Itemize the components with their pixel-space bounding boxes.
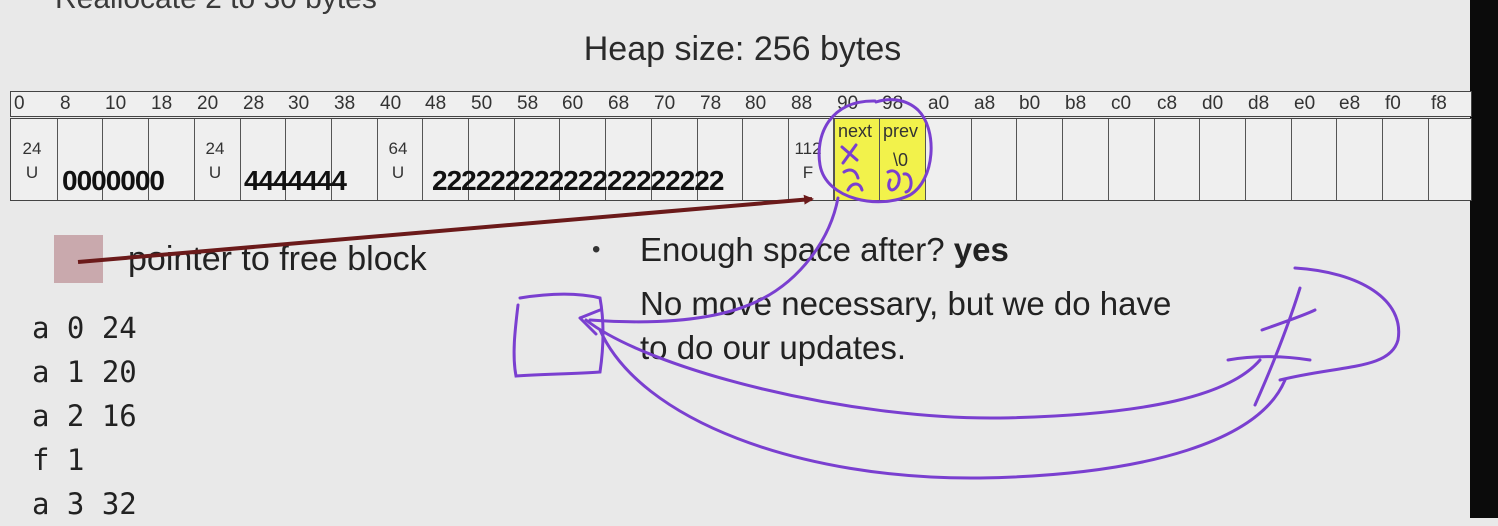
scribble-80 [886,169,913,194]
right-loop [1278,266,1401,382]
curve-lower-1 [584,318,1262,420]
free-block-pointer-arrow [77,194,814,264]
cross-out-mark [840,143,859,165]
scribble-20 [842,168,864,192]
annotation-layer [77,98,1401,480]
circle-annotation [817,98,933,204]
scribble-50 [1226,286,1317,407]
handwritten-annotations [512,98,1401,480]
curve-lower-2 [598,328,1287,480]
drawn-box [512,292,605,378]
